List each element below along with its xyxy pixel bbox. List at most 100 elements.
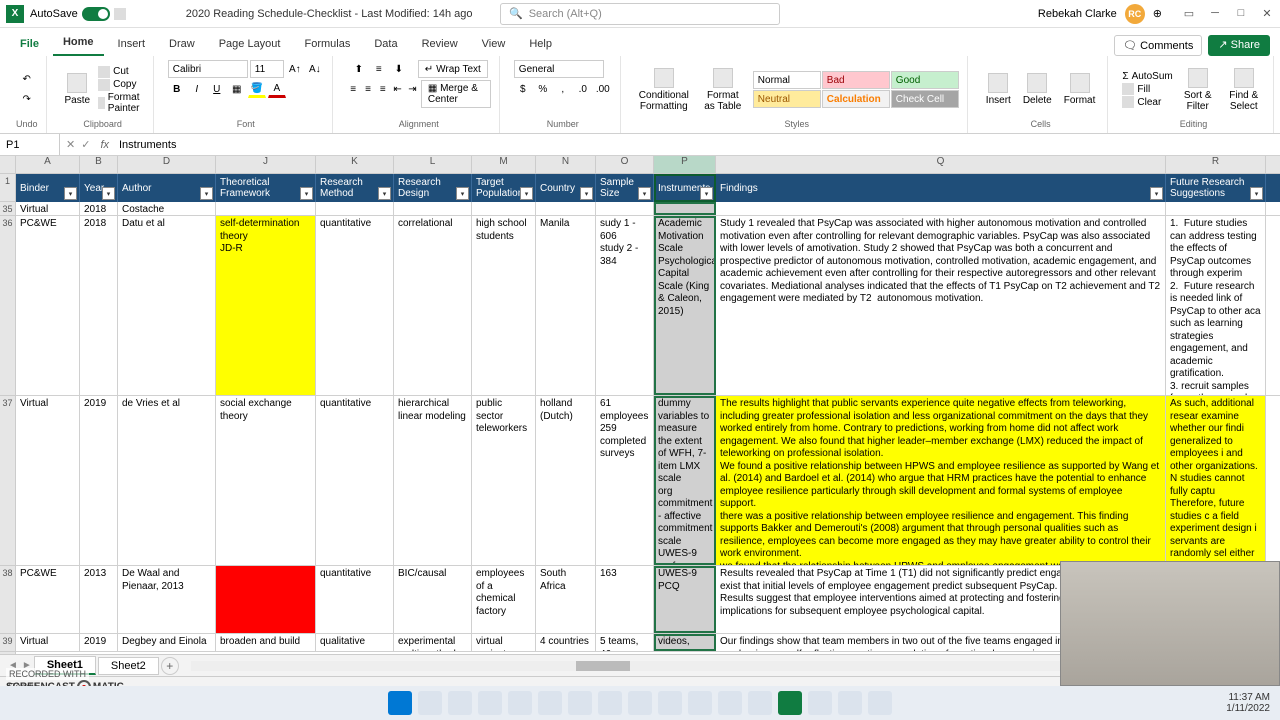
cell-L[interactable]: experimental multi-method [394,634,472,651]
filter-button-R[interactable]: ▾ [1250,187,1263,200]
search-box[interactable]: 🔍 Search (Alt+Q) [500,3,780,25]
taskbar-app-11[interactable] [808,691,832,715]
comments-button[interactable]: 🗨 Comments [1114,35,1202,56]
percent-icon[interactable]: % [534,80,552,98]
cell-Q[interactable]: Study 1 revealed that PsyCap was associa… [716,216,1166,395]
select-all-corner[interactable] [0,156,15,174]
align-right-icon[interactable]: ≡ [376,80,389,98]
filter-button-K[interactable]: ▾ [378,187,391,200]
cell-K[interactable]: quantitative [316,566,394,633]
align-top-icon[interactable]: ⬆ [350,60,368,78]
close-icon[interactable]: ✕ [1260,7,1274,20]
filter-button-B[interactable]: ▾ [102,187,115,200]
filter-header-A[interactable]: Binder▾ [16,174,80,202]
column-header-D[interactable]: D [118,156,216,173]
filter-header-O[interactable]: Sample Size▾ [596,174,654,202]
cell-N[interactable]: holland (Dutch) [536,396,596,565]
row-header-36[interactable]: 36 [0,216,15,396]
filter-button-J[interactable]: ▾ [300,187,313,200]
formula-bar[interactable]: Instruments [113,139,1280,151]
cell-B[interactable]: 2019 [80,396,118,565]
cell-O[interactable]: 5 teams, 46 [596,634,654,651]
taskbar-app-4[interactable] [568,691,592,715]
cell-Q[interactable]: The results highlight that public servan… [716,396,1166,565]
fill-button[interactable]: Fill [1122,83,1172,95]
align-center-icon[interactable]: ≡ [362,80,375,98]
cell-J[interactable]: self-determination theory JD-R [216,216,316,395]
ribbon-options-icon[interactable]: ▭ [1182,7,1196,20]
user-name[interactable]: Rebekah Clarke [1038,8,1117,20]
align-left-icon[interactable]: ≡ [347,80,360,98]
row-header-38[interactable]: 38 [0,566,15,634]
find-select-button[interactable]: Find & Select [1223,66,1265,114]
increase-decimal-icon[interactable]: .0 [574,80,592,98]
cell-D[interactable]: Datu et al [118,216,216,395]
filter-header-P[interactable]: Instruments▾ [654,174,716,202]
column-header-Q[interactable]: Q [716,156,1166,173]
taskbar-app-13[interactable] [868,691,892,715]
font-name-select[interactable] [168,60,248,78]
number-format-select[interactable] [514,60,604,78]
italic-button[interactable]: I [188,80,206,98]
style-normal[interactable]: Normal [753,71,821,89]
filter-header-M[interactable]: Target Population▾ [472,174,536,202]
format-as-table-button[interactable]: Format as Table [697,66,749,114]
tab-draw[interactable]: Draw [159,32,205,56]
style-good[interactable]: Good [891,71,959,89]
autosum-button[interactable]: Σ AutoSum [1122,71,1172,82]
cell-O[interactable]: 61 employees 259 completed surveys [596,396,654,565]
row-header-35[interactable]: 35 [0,202,15,216]
cell-L[interactable]: BIC/causal [394,566,472,633]
share-button[interactable]: ↗ Share [1208,35,1270,56]
column-header-M[interactable]: M [472,156,536,173]
row-header-1[interactable]: 1 [0,174,15,202]
cell-J[interactable] [216,566,316,633]
filter-header-L[interactable]: Research Design▾ [394,174,472,202]
start-icon[interactable] [388,691,412,715]
style-check-cell[interactable]: Check Cell [891,90,959,108]
cut-button[interactable]: Cut [98,66,145,78]
cell-K[interactable]: quantitative [316,396,394,565]
column-header-A[interactable]: A [16,156,80,173]
underline-button[interactable]: U [208,80,226,98]
merge-center-button[interactable]: ▦ Merge & Center [421,80,491,108]
minimize-icon[interactable]: ─ [1208,7,1222,20]
taskbar-app-10[interactable] [748,691,772,715]
taskbar-excel-icon[interactable] [778,691,802,715]
column-header-B[interactable]: B [80,156,118,173]
system-clock[interactable]: 11:37 AM 1/11/2022 [1226,692,1270,714]
fx-icon[interactable]: fx [96,139,113,151]
style-bad[interactable]: Bad [822,71,890,89]
filter-button-D[interactable]: ▾ [200,187,213,200]
autosave-toggle[interactable] [82,7,110,21]
column-header-K[interactable]: K [316,156,394,173]
indent-left-icon[interactable]: ⇤ [391,80,404,98]
align-middle-icon[interactable]: ≡ [370,60,388,78]
filter-header-Q[interactable]: Findings▾ [716,174,1166,202]
tab-view[interactable]: View [472,32,516,56]
filter-button-L[interactable]: ▾ [456,187,469,200]
cell-O[interactable]: 163 [596,566,654,633]
cell-L[interactable]: hierarchical linear modeling [394,396,472,565]
cell-Q[interactable] [716,202,1166,215]
delete-cells-button[interactable]: Delete [1019,71,1056,108]
decrease-font-icon[interactable]: A↓ [306,60,324,78]
cell-N[interactable] [536,202,596,215]
cell-M[interactable] [472,202,536,215]
cell-styles-gallery[interactable]: Normal Bad Good Neutral Calculation Chec… [753,71,959,108]
taskbar-app-6[interactable] [628,691,652,715]
column-header-J[interactable]: J [216,156,316,173]
filter-header-J[interactable]: Theoretical Framework▾ [216,174,316,202]
cell-P[interactable] [654,202,716,215]
cell-O[interactable]: sudy 1 - 606 study 2 - 384 [596,216,654,395]
tab-review[interactable]: Review [412,32,468,56]
cell-D[interactable]: de Vries et al [118,396,216,565]
task-view-icon[interactable] [448,691,472,715]
tab-data[interactable]: Data [364,32,407,56]
windows-taskbar[interactable]: 11:37 AM 1/11/2022 [0,686,1280,720]
name-box[interactable]: P1 [0,134,60,155]
enter-formula-icon[interactable]: ✓ [81,138,90,151]
cell-K[interactable]: qualitative [316,634,394,651]
increase-font-icon[interactable]: A↑ [286,60,304,78]
filter-header-K[interactable]: Research Method▾ [316,174,394,202]
